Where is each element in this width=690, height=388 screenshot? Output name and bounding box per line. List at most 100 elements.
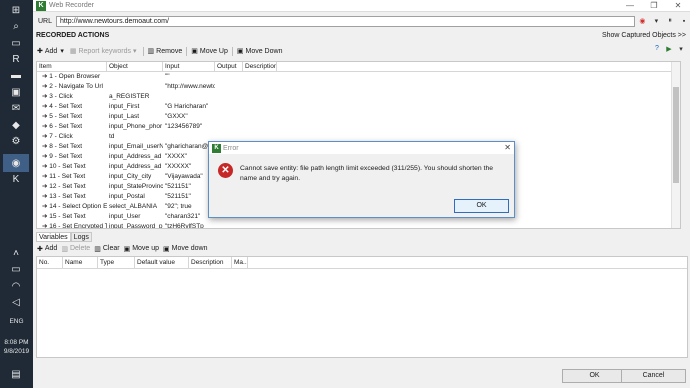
row-object [107,72,163,82]
row-item: ➔ 11 - Set Text [42,173,86,180]
row-output [215,102,243,112]
mail-icon[interactable]: ✉ [8,101,24,115]
chevron-up-icon[interactable]: ˄ [8,246,24,260]
column-header-input[interactable]: Input [163,62,215,71]
error-message: Cannot save entity: file path length lim… [240,165,494,182]
trash-icon: ▥ [147,48,155,55]
settings-icon[interactable]: ⚙ [8,134,24,148]
maximize-button[interactable]: ❐ [642,1,666,10]
row-object: input_City_city [109,173,152,180]
var-add-button[interactable]: ✚ Add [37,245,57,253]
column-header-masked[interactable]: Ma... [232,257,248,268]
scrollbar-thumb[interactable] [673,87,679,183]
vertical-scrollbar[interactable] [671,62,680,228]
tab-logs[interactable]: Logs [70,232,92,242]
task-view-icon[interactable]: ▭ [8,36,24,50]
url-bar: URL http://www.newtours.demoaut.com/ ◉ ▾… [33,14,690,28]
plus-icon: ✚ [37,245,43,253]
close-button[interactable]: ✕ [666,1,690,10]
cancel-button[interactable]: Cancel [621,369,686,383]
row-object: input_User [109,213,141,220]
row-object: select_ALBANIA [109,203,158,210]
close-icon[interactable]: ✕ [504,143,511,152]
dropdown-chevron-icon[interactable]: ▾ [675,45,687,53]
play-icon[interactable]: ▶ [663,45,675,53]
store-icon[interactable]: ▣ [8,85,24,99]
column-header-name[interactable]: Name [63,257,98,268]
url-label: URL [38,17,53,25]
pause-icon[interactable]: ⏸ [664,16,676,27]
clear-icon: ▥ [94,245,101,253]
var-move-up-button[interactable]: ▣ Move up [124,245,159,253]
stop-icon[interactable]: ▪ [678,16,690,27]
column-header-no[interactable]: No. [37,257,63,268]
app-r-icon[interactable]: R [8,52,24,66]
table-row[interactable]: ➔ 5 - Set Text input_Last "GXXX" [37,112,680,122]
var-move-down-button[interactable]: ▣ Move down [163,245,207,253]
help-icon[interactable]: ? [651,45,663,53]
add-label: Add [44,47,58,55]
tab-variables[interactable]: Variables [36,232,71,242]
row-input [163,92,215,102]
column-header-description[interactable]: Description [243,62,277,71]
table-row[interactable]: ➔ 6 - Set Text input_Phone_phor "123456789… [37,122,680,132]
toolbar-divider [142,46,144,56]
remove-button[interactable]: ▥ Remove [147,47,183,56]
column-header-object[interactable]: Object [107,62,163,71]
brave-browser-icon[interactable]: ◆ [8,118,24,132]
table-row[interactable]: ➔ 1 - Open Browser "" [37,72,680,82]
table-row[interactable]: ➔ 16 - Set Encrypted Tinput_Password_p "t… [37,222,680,228]
url-input[interactable]: http://www.newtours.demoaut.com/ [56,15,635,27]
dropdown-chevron-icon[interactable]: ▾ [650,16,662,27]
window-title: Web Recorder [49,2,95,9]
search-icon[interactable]: ⌕ [8,19,24,33]
katalon-icon[interactable]: K [8,172,24,186]
notification-icon[interactable]: ▤ [8,367,24,381]
windows-taskbar: ⊞ ⌕ ▭ R ▬ ▣ ✉ ◆ ⚙ ◉ K ˄ ▭ ◠ ◁ ENG 8:08 P… [0,0,33,388]
row-description [243,122,277,132]
start-icon[interactable]: ⊞ [8,3,24,17]
wifi-icon[interactable]: ◠ [8,279,24,293]
column-header-type[interactable]: Type [98,257,135,268]
column-header-description[interactable]: Description [189,257,232,268]
katalon-logo-icon: K [36,0,46,11]
column-header-item[interactable]: Item [37,62,107,71]
row-object: input_Phone_phor [109,123,163,130]
row-item: ➔ 15 - Set Text [42,213,86,220]
table-row[interactable]: ➔ 3 - Click a_REGISTER [37,92,680,102]
row-item: ➔ 3 - Click [42,93,73,100]
clock-date[interactable]: 9/8/2019 [0,348,33,355]
move-down-button[interactable]: ▣ Move Down [237,47,283,56]
error-icon: ✕ [218,163,233,178]
trash-icon: ▥ [61,245,68,253]
variables-table: No. Name Type Default value Description … [36,256,688,358]
folder-icon[interactable]: ▬ [8,68,24,82]
row-description [243,222,277,228]
row-output [215,122,243,132]
var-clear-button[interactable]: ▥ Clear [94,245,119,253]
report-keywords-button[interactable]: ▦ Report keywords ▾ [70,47,139,56]
table-row[interactable]: ➔ 2 - Navigate To Url "http://www.newto [37,82,680,92]
row-item: ➔ 9 - Set Text [42,153,83,160]
add-button[interactable]: ✚ Add ▾ [37,47,66,56]
show-captured-objects-link[interactable]: Show Captured Objects >> [602,32,686,39]
var-clear-label: Clear [102,245,120,252]
chrome-icon[interactable]: ◉ [3,154,29,172]
row-object: a_REGISTER [109,93,150,100]
title-bar: K Web Recorder — ❐ ✕ [33,0,690,12]
move-up-button[interactable]: ▣ Move Up [191,47,228,56]
display-icon[interactable]: ▭ [8,262,24,276]
minimize-button[interactable]: — [618,1,642,10]
language-indicator[interactable]: ENG [0,318,33,325]
var-delete-button[interactable]: ▥ Delete [61,245,90,253]
column-header-default-value[interactable]: Default value [135,257,189,268]
error-ok-button[interactable]: OK [454,199,509,213]
clock-time[interactable]: 8:08 PM [0,339,33,346]
toolbar-divider [186,46,188,56]
volume-icon[interactable]: ◁ [8,295,24,309]
column-header-output[interactable]: Output [215,62,243,71]
table-row[interactable]: ➔ 4 - Set Text input_First "G Haricharan" [37,102,680,112]
chrome-browser-icon[interactable]: ◉ [637,16,649,27]
ok-button[interactable]: OK [562,369,627,383]
arrow-up-icon: ▣ [191,48,198,55]
